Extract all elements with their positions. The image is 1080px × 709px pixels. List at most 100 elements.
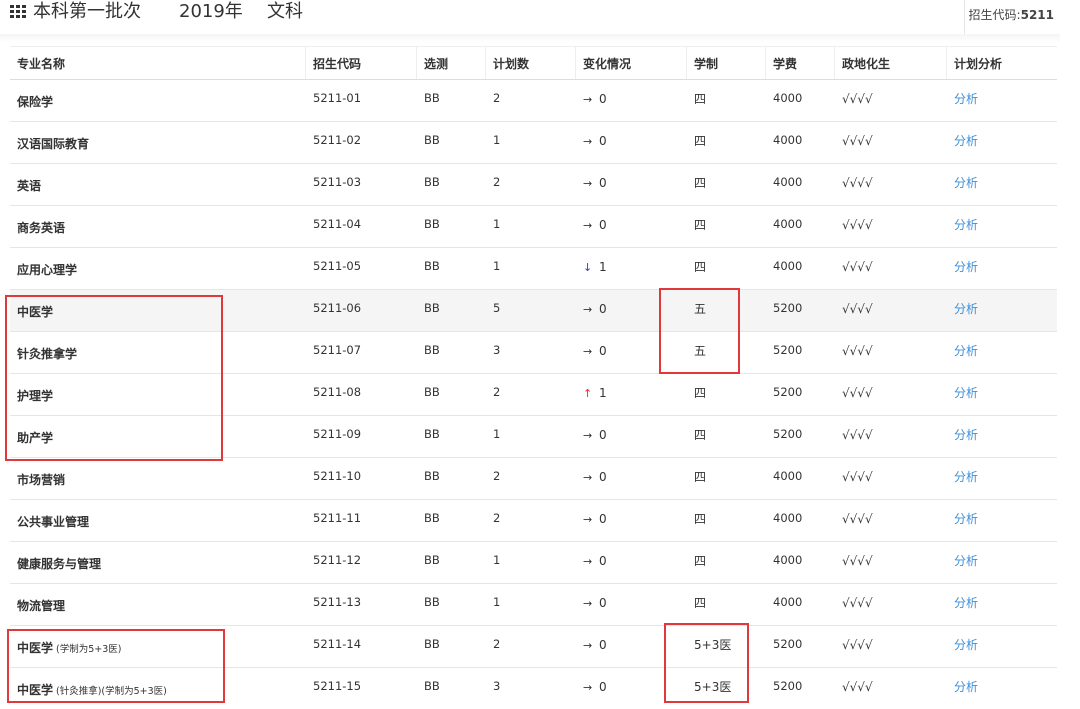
cell-change: → 0	[576, 164, 687, 205]
analysis-link[interactable]: 分析	[954, 680, 978, 694]
arrow-right-icon: →	[583, 513, 593, 526]
cell-change: → 0	[576, 542, 687, 583]
analysis-link[interactable]: 分析	[954, 92, 978, 106]
table-row: 公共事业管理 5211-11 BB 2 → 0 四 4000 √√√√ 分析	[10, 500, 1057, 542]
cell-fee: 5200	[773, 427, 803, 441]
analysis-link[interactable]: 分析	[954, 386, 978, 400]
cell-code: 5211-01	[313, 91, 362, 105]
cell-change: → 0	[576, 668, 687, 709]
cell-fee: 5200	[773, 385, 803, 399]
analysis-link[interactable]: 分析	[954, 596, 978, 610]
table-row: 商务英语 5211-04 BB 1 → 0 四 4000 √√√√ 分析	[10, 206, 1057, 248]
header-left: 本科第一批次 2019年 文科	[0, 0, 1060, 24]
column-header-major: 专业名称	[10, 47, 306, 79]
cell-analysis: 分析	[947, 332, 1057, 373]
cell-major-name: 助产学	[10, 416, 306, 457]
cell-major-name: 护理学	[10, 374, 306, 415]
cell-plan: 1	[493, 427, 501, 441]
table-row: 保险学 5211-01 BB 2 → 0 四 4000 √√√√ 分析	[10, 80, 1057, 122]
cell-fee: 4000	[773, 217, 803, 231]
major-plan-table: 专业名称 招生代码 选测 计划数 变化情况 学制 学费 政地化生 计划分析 保险…	[10, 46, 1057, 709]
cell-change: → 0	[576, 626, 687, 667]
subject-selector[interactable]: 文科	[267, 0, 303, 24]
column-header-fee: 学费	[766, 47, 835, 79]
cell-subjects: √√√√	[842, 176, 873, 190]
cell-years: 五	[694, 344, 707, 358]
cell-subjects: √√√√	[842, 596, 873, 610]
major-name: 公共事业管理	[17, 515, 90, 529]
analysis-link[interactable]: 分析	[954, 428, 978, 442]
analysis-link[interactable]: 分析	[954, 218, 978, 232]
analysis-link[interactable]: 分析	[954, 554, 978, 568]
table-row: 中医学 5211-06 BB 5 → 0 五 5200 √√√√ 分析	[10, 290, 1057, 332]
cell-plan: 2	[493, 175, 501, 189]
table-row: 护理学 5211-08 BB 2 ↑ 1 四 5200 √√√√ 分析	[10, 374, 1057, 416]
cell-code: 5211-05	[313, 259, 362, 273]
cell-years: 四	[694, 512, 707, 526]
year-selector[interactable]: 2019年	[179, 0, 243, 24]
header-shadow	[0, 34, 1060, 42]
analysis-link[interactable]: 分析	[954, 638, 978, 652]
arrow-right-icon: →	[583, 429, 593, 442]
change-value: 0	[599, 512, 607, 526]
cell-plan: 2	[493, 385, 501, 399]
cell-code: 5211-15	[313, 679, 362, 693]
cell-test: BB	[424, 469, 440, 483]
cell-plan: 1	[493, 133, 501, 147]
arrow-right-icon: →	[583, 681, 593, 694]
cell-test: BB	[424, 595, 440, 609]
major-name: 汉语国际教育	[17, 137, 90, 151]
batch-title[interactable]: 本科第一批次	[33, 0, 141, 24]
cell-major-name: 健康服务与管理	[10, 542, 306, 583]
table-row: 中医学 (针灸推拿)(学制为5+3医) 5211-15 BB 3 → 0 5+3医 5200 √√…	[10, 668, 1057, 709]
analysis-link[interactable]: 分析	[954, 470, 978, 484]
analysis-link[interactable]: 分析	[954, 344, 978, 358]
arrow-right-icon: →	[583, 597, 593, 610]
cell-test: BB	[424, 175, 440, 189]
cell-major-name: 汉语国际教育	[10, 122, 306, 163]
cell-change: → 0	[576, 122, 687, 163]
major-name: 助产学	[17, 431, 54, 445]
cell-major-name: 公共事业管理	[10, 500, 306, 541]
cell-major-name: 商务英语	[10, 206, 306, 247]
column-header-plan: 计划数	[486, 47, 576, 79]
cell-analysis: 分析	[947, 164, 1057, 205]
cell-change: → 0	[576, 332, 687, 373]
cell-test: BB	[424, 679, 440, 693]
change-value: 1	[599, 386, 607, 400]
cell-fee: 5200	[773, 679, 803, 693]
cell-fee: 4000	[773, 259, 803, 273]
cell-subjects: √√√√	[842, 638, 873, 652]
analysis-link[interactable]: 分析	[954, 302, 978, 316]
cell-plan: 2	[493, 637, 501, 651]
grid-menu-icon[interactable]	[10, 5, 27, 19]
column-header-analysis: 计划分析	[954, 57, 1003, 71]
cell-years: 五	[694, 302, 707, 316]
cell-fee: 5200	[773, 637, 803, 651]
cell-subjects: √√√√	[842, 470, 873, 484]
analysis-link[interactable]: 分析	[954, 512, 978, 526]
column-header-years: 学制	[687, 47, 766, 79]
cell-test: BB	[424, 91, 440, 105]
cell-test: BB	[424, 553, 440, 567]
change-value: 0	[599, 134, 607, 148]
cell-analysis: 分析	[947, 290, 1057, 331]
cell-years: 四	[694, 176, 707, 190]
arrow-right-icon: →	[583, 639, 593, 652]
cell-major-name: 应用心理学	[10, 248, 306, 289]
major-name: 物流管理	[17, 599, 66, 613]
cell-test: BB	[424, 217, 440, 231]
major-name: 中医学	[17, 305, 54, 319]
analysis-link[interactable]: 分析	[954, 134, 978, 148]
cell-years: 四	[694, 596, 707, 610]
analysis-link[interactable]: 分析	[954, 176, 978, 190]
analysis-link[interactable]: 分析	[954, 260, 978, 274]
cell-code: 5211-04	[313, 217, 362, 231]
cell-change: → 0	[576, 500, 687, 541]
table-row: 汉语国际教育 5211-02 BB 1 → 0 四 4000 √√√√ 分析	[10, 122, 1057, 164]
cell-fee: 4000	[773, 553, 803, 567]
arrow-right-icon: →	[583, 177, 593, 190]
cell-plan: 1	[493, 553, 501, 567]
cell-test: BB	[424, 259, 440, 273]
arrow-right-icon: →	[583, 135, 593, 148]
